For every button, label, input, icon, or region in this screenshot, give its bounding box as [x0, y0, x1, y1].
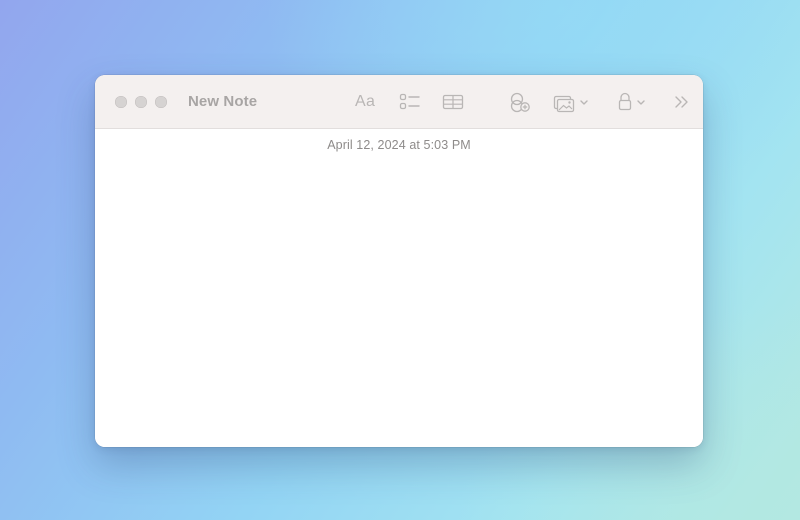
collaborate-icon [510, 92, 530, 113]
checklist-button[interactable] [399, 89, 421, 115]
media-button[interactable] [552, 89, 594, 115]
window-title: New Note [188, 93, 258, 110]
text-format-icon: Aa [355, 93, 376, 110]
zoom-button[interactable] [155, 96, 167, 108]
minimize-button[interactable] [135, 96, 147, 108]
media-icon [553, 95, 588, 113]
close-button[interactable] [115, 96, 127, 108]
notes-window: New Note Aa April 12, 2024 at 5:03 PM [95, 75, 703, 447]
text-format-button[interactable]: Aa [355, 89, 383, 115]
collaborate-button[interactable] [508, 89, 532, 115]
note-content-area: April 12, 2024 at 5:03 PM [95, 129, 703, 447]
table-icon [442, 94, 464, 110]
checklist-icon [399, 93, 420, 110]
window-toolbar: New Note Aa [95, 75, 703, 129]
more-chevrons-icon [675, 96, 688, 108]
more-button[interactable] [673, 89, 691, 115]
note-body-editor[interactable] [115, 169, 683, 429]
lock-button[interactable] [616, 89, 652, 115]
table-button[interactable] [442, 89, 464, 115]
lock-icon [618, 92, 645, 111]
note-date: April 12, 2024 at 5:03 PM [327, 138, 471, 152]
